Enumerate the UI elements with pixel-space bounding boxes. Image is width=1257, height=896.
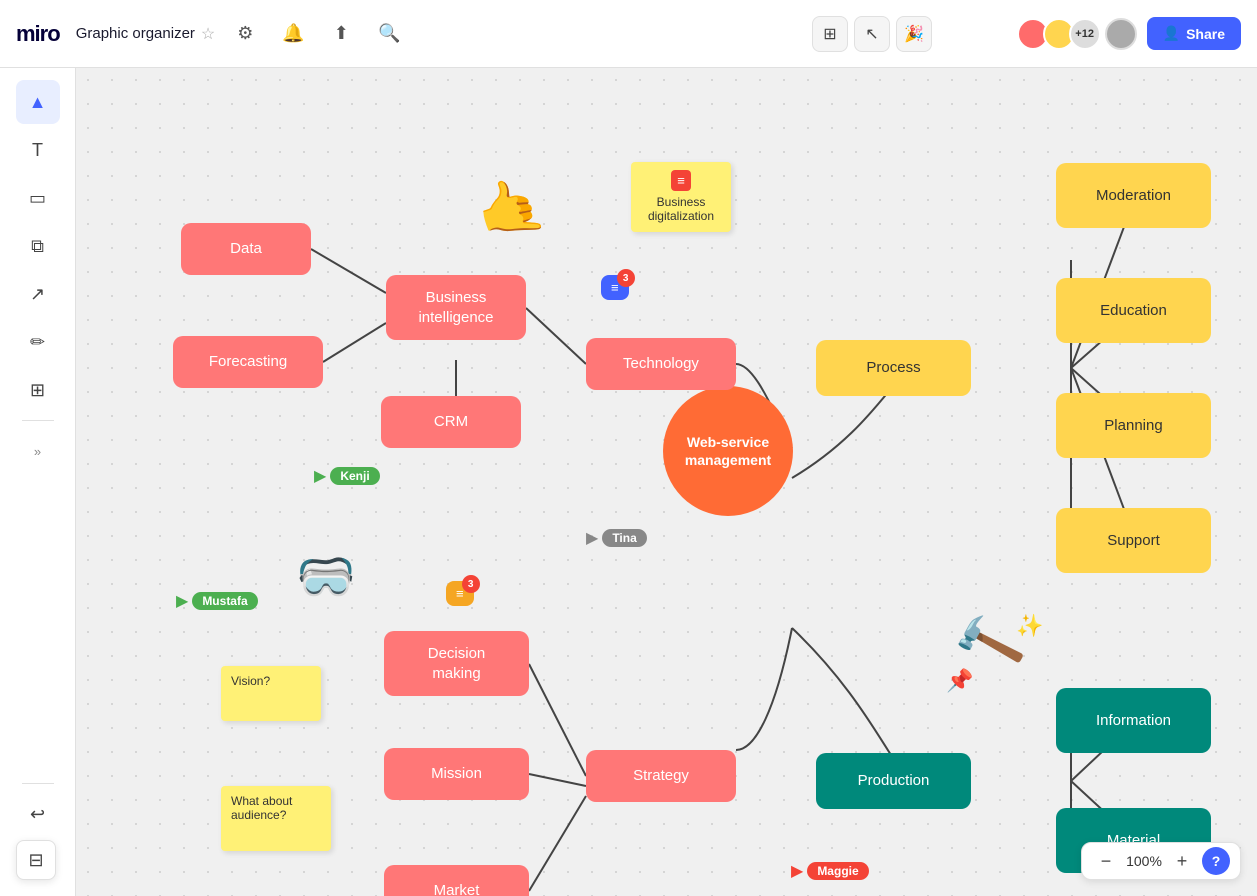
panel-toggle-button[interactable]: ⊟ — [16, 840, 56, 880]
node-information[interactable]: Information — [1056, 688, 1211, 753]
node-process[interactable]: Process — [816, 340, 971, 396]
node-crm[interactable]: CRM — [381, 396, 521, 448]
information-label: Information — [1096, 711, 1171, 731]
share-icon: 👤 — [1163, 25, 1180, 42]
sticky-vision[interactable]: Vision? — [221, 666, 321, 721]
sticky-audience-label: What about audience? — [231, 794, 292, 822]
notifications-icon[interactable]: 🔔 — [275, 16, 311, 52]
node-bi[interactable]: Business intelligence — [386, 275, 526, 340]
sticky-icon: ≡ — [671, 170, 691, 191]
share-label: Share — [1186, 26, 1225, 42]
cursor-maggie-label: Maggie — [807, 862, 868, 880]
node-moderation[interactable]: Moderation — [1056, 163, 1211, 228]
process-label: Process — [866, 358, 920, 378]
avatar-group: +12 — [1017, 18, 1101, 50]
center-label: Web-service management — [685, 433, 771, 469]
topbar: miro Graphic organizer ☆ ⚙ 🔔 ⬆ 🔍 ⊞ ↖ 🎉 +… — [0, 0, 1257, 68]
tool-divider2 — [22, 783, 54, 784]
node-planning[interactable]: Planning — [1056, 393, 1211, 458]
node-forecasting[interactable]: Forecasting — [173, 336, 323, 388]
canvas[interactable]: Web-service management Data Forecasting … — [76, 68, 1257, 896]
tool-divider — [22, 420, 54, 421]
share-button[interactable]: 👤 Share — [1147, 17, 1241, 50]
zoom-bar: − 100% + ? — [1081, 842, 1241, 880]
bi-label: Business intelligence — [418, 288, 493, 327]
data-label: Data — [230, 239, 262, 259]
node-data[interactable]: Data — [181, 223, 311, 275]
node-technology[interactable]: Technology — [586, 338, 736, 390]
support-label: Support — [1107, 531, 1160, 551]
avatar-count: +12 — [1069, 18, 1101, 50]
party-icon[interactable]: 🎉 — [896, 16, 932, 52]
node-center[interactable]: Web-service management — [663, 386, 793, 516]
pen-tool[interactable]: ✏ — [16, 320, 60, 364]
node-education[interactable]: Education — [1056, 278, 1211, 343]
grid-tool[interactable]: ⊞ — [16, 368, 60, 412]
grid-icon[interactable]: ⊞ — [812, 16, 848, 52]
chat-badge-mid[interactable]: ≡ 3 — [446, 581, 474, 606]
view-controls: ⊞ ↖ 🎉 — [492, 16, 932, 52]
node-production[interactable]: Production — [816, 753, 971, 809]
cursor-tina-label: Tina — [602, 529, 646, 547]
pin-sticker: 📌 — [946, 668, 973, 694]
planning-label: Planning — [1104, 416, 1162, 436]
shape-tool[interactable]: ▭ — [16, 176, 60, 220]
miro-logo: miro — [16, 21, 60, 47]
top-right-area: +12 👤 Share — [1017, 17, 1241, 50]
education-label: Education — [1100, 301, 1167, 321]
technology-label: Technology — [623, 354, 699, 374]
chat-badge-top[interactable]: ≡ 3 — [601, 275, 629, 300]
frame-tool[interactable]: ⧉ — [16, 224, 60, 268]
node-mission[interactable]: Mission — [384, 748, 529, 800]
cursor-mustafa: ▶ Mustafa — [176, 591, 258, 611]
moderation-label: Moderation — [1096, 186, 1171, 206]
market-label: Market — [434, 881, 480, 896]
node-strategy[interactable]: Strategy — [586, 750, 736, 802]
forecasting-label: Forecasting — [209, 352, 287, 372]
line-tool[interactable]: ↗ — [16, 272, 60, 316]
cursor-kenji: ▶ Kenji — [314, 466, 380, 486]
text-tool[interactable]: T — [16, 128, 60, 172]
node-support[interactable]: Support — [1056, 508, 1211, 573]
cursor-maggie: ▶ Maggie — [791, 861, 869, 881]
glasses-sticker: 🥽 — [296, 548, 356, 605]
zoom-percent: 100% — [1122, 853, 1166, 869]
sticky-vision-label: Vision? — [231, 674, 270, 688]
cursor-icon[interactable]: ↖ — [854, 16, 890, 52]
title-area: Graphic organizer ☆ — [76, 24, 216, 44]
share-up-icon[interactable]: ⬆ — [323, 16, 359, 52]
node-decision[interactable]: Decision making — [384, 631, 529, 696]
strategy-label: Strategy — [633, 766, 689, 786]
cursor-tina: ▶ Tina — [586, 528, 647, 548]
crm-label: CRM — [434, 412, 468, 432]
sticky-audience[interactable]: What about audience? — [221, 786, 331, 851]
more-tools[interactable]: » — [16, 429, 60, 473]
search-icon[interactable]: 🔍 — [371, 16, 407, 52]
production-label: Production — [858, 771, 930, 791]
sticky-business-dig[interactable]: ≡ Business digitalization — [631, 162, 731, 232]
left-toolbar: ▲ T ▭ ⧉ ↗ ✏ ⊞ » ↩ ↪ — [0, 68, 76, 896]
node-market[interactable]: Market — [384, 865, 529, 896]
select-tool[interactable]: ▲ — [16, 80, 60, 124]
cursor-kenji-label: Kenji — [330, 467, 379, 485]
board-title: Graphic organizer — [76, 25, 195, 42]
favorite-icon[interactable]: ☆ — [201, 24, 215, 44]
hand-sticker: 🤙 — [469, 168, 552, 249]
chat-count-mid: 3 — [462, 575, 480, 593]
decision-label: Decision making — [428, 644, 486, 683]
zoom-help-button[interactable]: ? — [1202, 847, 1230, 875]
sparkle-sticker: ✨ — [1016, 613, 1043, 639]
settings-icon[interactable]: ⚙ — [227, 16, 263, 52]
undo-tool[interactable]: ↩ — [16, 792, 60, 836]
zoom-in-button[interactable]: + — [1168, 847, 1196, 875]
cursor-mustafa-label: Mustafa — [192, 592, 257, 610]
chat-count-top: 3 — [617, 269, 635, 287]
avatar-self — [1105, 18, 1137, 50]
sticky-biz-dig-label: Business digitalization — [648, 195, 714, 223]
mission-label: Mission — [431, 764, 482, 784]
zoom-out-button[interactable]: − — [1092, 847, 1120, 875]
